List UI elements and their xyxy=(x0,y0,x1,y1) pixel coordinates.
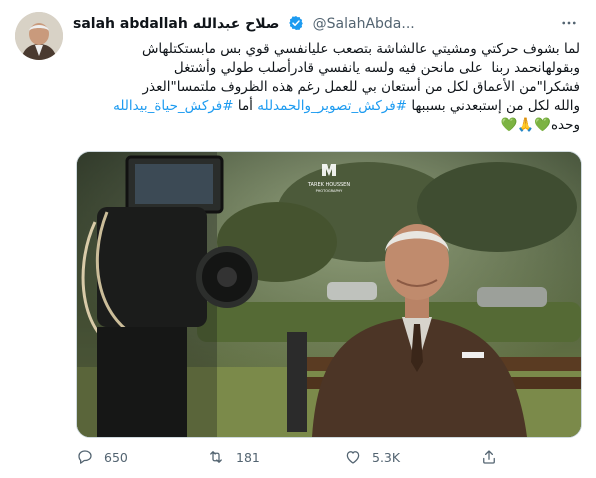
tweet-card[interactable]: salah abdallah صلاح عبدالله @SalahAbda..… xyxy=(0,0,596,478)
watermark-name: TAREK HOUSSEN xyxy=(307,182,350,188)
hashtag-link-1[interactable]: #فركش_تصوير_والحمدلله xyxy=(257,98,407,114)
retweet-button[interactable]: 181 xyxy=(206,448,260,466)
tweet-line-3: فشكرا"من الأعماق لكل من أستعان بي للعمل … xyxy=(142,79,580,95)
verified-badge-icon xyxy=(288,15,304,35)
reply-button[interactable]: 650 xyxy=(76,448,128,466)
reply-icon xyxy=(78,450,92,464)
tweet-text: لما بشوف حركتي ومشيتي عالشاشة بتصعب عليا… xyxy=(76,40,580,135)
tweet-line-1: لما بشوف حركتي ومشيتي عالشاشة بتصعب عليا… xyxy=(141,41,580,57)
watermark-sub: PHOTOGRAPHY xyxy=(316,189,344,193)
retweet-count: 181 xyxy=(236,449,260,465)
tweet-line-5: وحده💚🙏💚 xyxy=(500,117,580,133)
share-button[interactable] xyxy=(480,448,508,466)
heart-icon xyxy=(346,451,360,464)
reply-count: 650 xyxy=(104,449,128,465)
tweet-actions: 650 181 5.3K xyxy=(76,448,576,468)
like-count: 5.3K xyxy=(372,449,401,465)
hashtag-link-2[interactable]: #فركش_حياة_بيدالله xyxy=(113,98,233,114)
tweet-line-2: وبقولهانحمد ربنا على مانحن فيه ولسه يانف… xyxy=(173,60,580,76)
author-display-name[interactable]: salah abdallah صلاح عبدالله xyxy=(73,16,279,32)
tweet-header: salah abdallah صلاح عبدالله @SalahAbda..… xyxy=(73,13,576,35)
tweet-line-4-start: والله لكل من إستبعدني بسببها xyxy=(407,98,580,114)
tweet-line-4-mid: أما xyxy=(233,98,258,114)
retweet-icon xyxy=(210,451,222,463)
share-icon xyxy=(483,450,495,464)
tweet-photo[interactable]: TAREK HOUSSEN PHOTOGRAPHY xyxy=(76,151,582,438)
like-button[interactable]: 5.3K xyxy=(344,448,400,466)
avatar[interactable] xyxy=(15,12,63,60)
more-options-icon[interactable] xyxy=(558,12,580,34)
author-handle[interactable]: @SalahAbda... xyxy=(313,16,415,32)
